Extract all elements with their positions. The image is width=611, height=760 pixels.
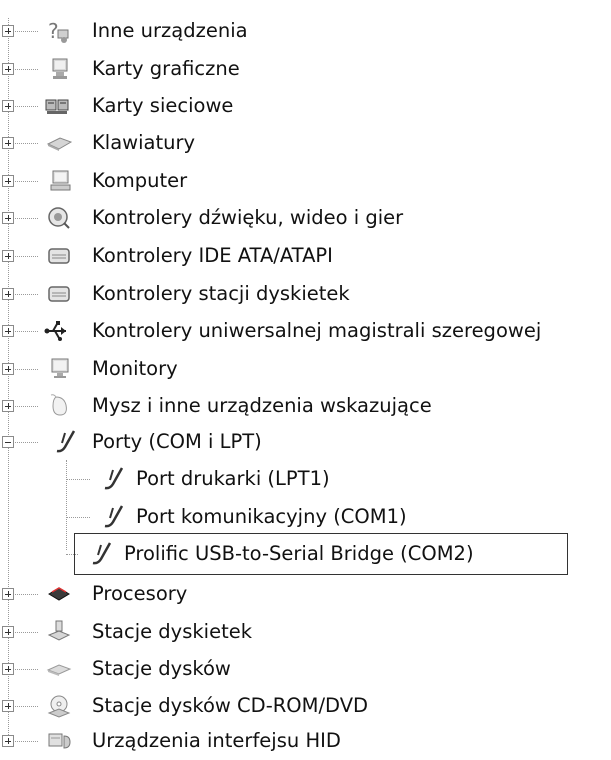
unknown-device-icon: ? — [46, 18, 72, 44]
port-icon — [52, 429, 78, 455]
tree-item-label: Port drukarki (LPT1) — [136, 467, 330, 490]
usb-icon — [44, 318, 70, 344]
network-adapter-icon — [44, 93, 70, 119]
ide-controller-icon — [46, 243, 72, 269]
tree-item-label: Karty sieciowe — [92, 94, 234, 117]
disk-drive-icon — [46, 656, 72, 682]
tree-item-label: Kontrolery stacji dyskietek — [92, 282, 350, 305]
computer-icon — [48, 168, 74, 194]
tree-item-label: Monitory — [92, 357, 178, 380]
mouse-icon — [48, 393, 74, 419]
expand-button[interactable] — [2, 25, 14, 37]
display-adapter-icon — [48, 56, 74, 82]
expand-button[interactable] — [2, 250, 14, 262]
tree-item-label: Stacje dyskietek — [92, 620, 253, 643]
tree-item-label: Prolific USB-to-Serial Bridge (COM2) — [124, 542, 474, 565]
expand-button[interactable] — [2, 626, 14, 638]
tree-item-label: Procesory — [92, 582, 188, 605]
device-manager-tree: ? Inne urządzenia Karty graficzne Karty … — [0, 0, 611, 753]
port-icon — [88, 541, 114, 567]
floppy-controller-icon — [46, 281, 72, 307]
expand-button[interactable] — [2, 100, 14, 112]
port-icon — [100, 504, 126, 530]
expand-button[interactable] — [2, 663, 14, 675]
sound-icon — [46, 205, 72, 231]
tree-item-label: Kontrolery uniwersalnej magistrali szere… — [92, 319, 542, 342]
expand-button[interactable] — [2, 363, 14, 375]
hid-icon — [46, 728, 72, 754]
monitor-icon — [48, 356, 74, 382]
expand-button[interactable] — [2, 735, 14, 747]
collapse-button[interactable] — [2, 436, 14, 448]
tree-item-label: Inne urządzenia — [92, 19, 248, 42]
expand-button[interactable] — [2, 400, 14, 412]
expand-button[interactable] — [2, 700, 14, 712]
expand-button[interactable] — [2, 175, 14, 187]
expand-button[interactable] — [2, 212, 14, 224]
tree-item-label: Klawiatury — [92, 131, 196, 154]
cdrom-icon — [46, 693, 72, 719]
expand-button[interactable] — [2, 137, 14, 149]
processor-icon — [46, 581, 72, 607]
ports-children-spine — [66, 460, 67, 550]
tree-item-label: Urządzenia interfejsu HID — [92, 729, 341, 752]
expand-button[interactable] — [2, 288, 14, 300]
expand-button[interactable] — [2, 63, 14, 75]
tree-item-label: Stacje dysków — [92, 657, 231, 680]
floppy-drive-icon — [46, 619, 72, 645]
svg-text:?: ? — [48, 19, 59, 43]
expand-button[interactable] — [2, 588, 14, 600]
tree-item-label: Komputer — [92, 169, 188, 192]
keyboard-icon — [46, 130, 72, 156]
expand-button[interactable] — [2, 325, 14, 337]
tree-item-label: Stacje dysków CD-ROM/DVD — [92, 694, 369, 717]
tree-item-label: Kontrolery dźwięku, wideo i gier — [92, 206, 404, 229]
tree-item-label: Mysz i inne urządzenia wskazujące — [92, 394, 432, 417]
port-icon — [100, 466, 126, 492]
tree-item-label: Porty (COM i LPT) — [92, 430, 262, 453]
tree-item-label: Karty graficzne — [92, 57, 240, 80]
tree-item-label: Kontrolery IDE ATA/ATAPI — [92, 244, 333, 267]
tree-item-label: Port komunikacyjny (COM1) — [136, 505, 407, 528]
